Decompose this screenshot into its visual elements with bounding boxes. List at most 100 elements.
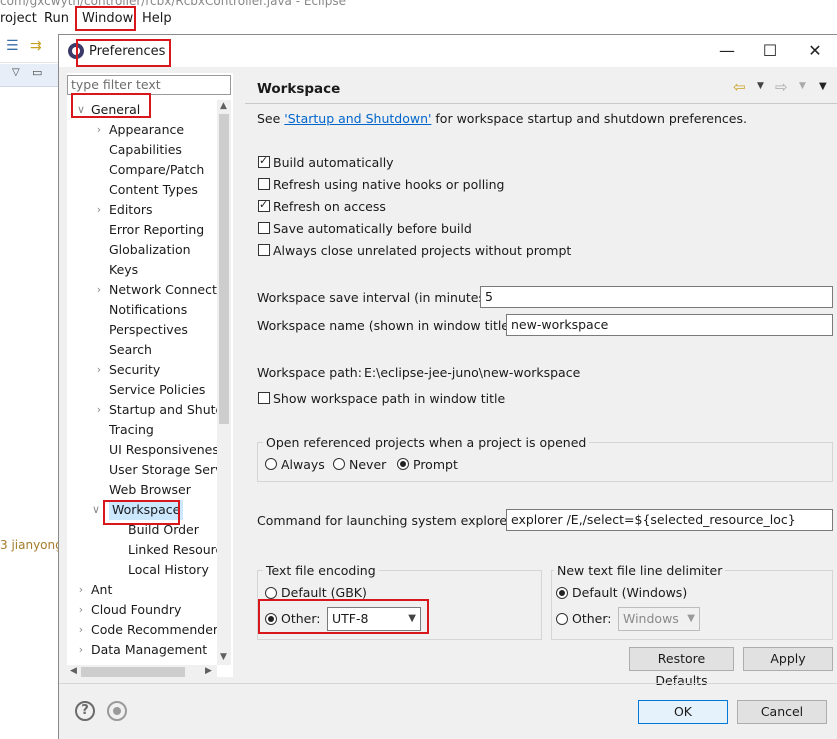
- tree-item[interactable]: › Ant: [79, 580, 113, 600]
- tree-item[interactable]: › Code Recommenders: [79, 620, 217, 640]
- tree-item[interactable]: UI Responsiveness: [109, 440, 217, 460]
- tree-item[interactable]: Keys: [109, 260, 138, 280]
- tree-item[interactable]: › Cloud Foundry: [79, 600, 182, 620]
- tree-item[interactable]: Web Browser: [109, 480, 191, 500]
- tree-item[interactable]: › Network Connecti: [97, 280, 217, 300]
- tree-item[interactable]: Search: [109, 340, 152, 360]
- chevron-right-icon[interactable]: ›: [75, 600, 87, 620]
- tree-item[interactable]: Content Types: [109, 180, 198, 200]
- chevron-right-icon[interactable]: ›: [93, 120, 105, 140]
- encoding-default-label: Default (GBK): [281, 585, 367, 600]
- chevron-down-icon[interactable]: ∨: [90, 500, 102, 520]
- menu-help[interactable]: Help: [142, 11, 172, 26]
- scroll-thumb[interactable]: [219, 114, 229, 424]
- toolbar-icon-2[interactable]: ⇉: [30, 38, 42, 54]
- tree-item[interactable]: ∨ Workspace: [92, 500, 184, 520]
- tree-item-label: Startup and Shutd: [109, 402, 217, 417]
- tree-vertical-scrollbar[interactable]: ▲ ▼: [217, 100, 231, 665]
- tree-item[interactable]: Globalization: [109, 240, 191, 260]
- checkbox[interactable]: [258, 198, 270, 212]
- chevron-right-icon[interactable]: ›: [93, 200, 105, 220]
- chevron-down-icon[interactable]: ∨: [75, 100, 87, 120]
- tree-item-label: Local History: [128, 562, 209, 577]
- tree-item[interactable]: › Startup and Shutd: [97, 400, 217, 420]
- radio-encoding-default[interactable]: [265, 587, 277, 599]
- tree-item[interactable]: Error Reporting: [109, 220, 204, 240]
- filter-input[interactable]: type filter text: [67, 75, 231, 95]
- checkbox-label: Refresh on access: [273, 199, 386, 214]
- close-window-icon[interactable]: ✕: [800, 39, 830, 63]
- tree-item[interactable]: Build Order: [128, 520, 199, 540]
- help-icon[interactable]: ?: [75, 701, 95, 721]
- tree-item[interactable]: User Storage Serv: [109, 460, 217, 480]
- eclipse-menubar: com/gxcwyth/controller/rcbx/RcbxControll…: [0, 0, 837, 34]
- window-path-text: com/gxcwyth/controller/rcbx/RcbxControll…: [0, 0, 346, 8]
- show-path-checkbox[interactable]: [258, 392, 270, 404]
- apply-button[interactable]: Apply: [743, 647, 833, 671]
- delimiter-select[interactable]: Windows ▼: [618, 607, 700, 631]
- hscroll-thumb[interactable]: [81, 667, 185, 677]
- startup-shutdown-link[interactable]: 'Startup and Shutdown': [284, 111, 431, 126]
- radio-always[interactable]: [265, 458, 277, 470]
- cancel-button[interactable]: Cancel: [737, 700, 827, 724]
- toolbar-icon[interactable]: ☰: [6, 38, 19, 54]
- eclipse-toolbar: ☰ ⇉: [0, 34, 60, 63]
- view-menu-icon[interactable]: ▽: [12, 67, 20, 78]
- menu-window[interactable]: Window: [82, 11, 133, 26]
- maximize-window-icon[interactable]: ☐: [755, 39, 785, 63]
- chevron-right-icon[interactable]: ›: [93, 360, 105, 380]
- tree-horizontal-scrollbar[interactable]: ◀ ▶: [67, 665, 217, 679]
- tree-item[interactable]: Capabilities: [109, 140, 182, 160]
- scroll-down-icon[interactable]: ▼: [220, 652, 227, 662]
- minimize-icon[interactable]: ▭: [32, 66, 42, 79]
- intro-suffix: for workspace startup and shutdown prefe…: [431, 111, 747, 126]
- chevron-right-icon[interactable]: ›: [93, 280, 105, 300]
- minimize-window-icon[interactable]: —: [712, 39, 742, 63]
- scroll-right-icon[interactable]: ▶: [205, 666, 212, 676]
- tree-item[interactable]: Local History: [128, 560, 209, 580]
- chevron-right-icon[interactable]: ›: [75, 580, 87, 600]
- radio-delimiter-default[interactable]: [556, 587, 568, 599]
- encoding-select[interactable]: UTF-8 ▼: [327, 607, 421, 631]
- ok-button[interactable]: OK: [638, 700, 728, 724]
- checkbox[interactable]: [258, 222, 270, 234]
- checkbox[interactable]: [258, 244, 270, 256]
- scroll-up-icon[interactable]: ▲: [220, 101, 227, 111]
- checkbox[interactable]: [258, 154, 270, 168]
- menu-run[interactable]: Run: [44, 11, 69, 26]
- radio-never[interactable]: [333, 458, 345, 470]
- tree-item[interactable]: Compare/Patch: [109, 160, 204, 180]
- menu-project[interactable]: roject: [0, 11, 37, 26]
- radio-prompt[interactable]: [397, 458, 409, 470]
- open-referenced-label: Open referenced projects when a project …: [263, 435, 590, 450]
- explorer-command-input[interactable]: explorer /E,/select=${selected_resource_…: [506, 509, 833, 531]
- back-icon[interactable]: ⇦: [733, 78, 746, 96]
- workspace-name-input[interactable]: new-workspace: [506, 314, 833, 336]
- tree-item[interactable]: › Appearance: [97, 120, 184, 140]
- tree-item-label: Perspectives: [109, 322, 188, 337]
- forward-dropdown-icon[interactable]: ▼: [799, 81, 806, 91]
- tree-item[interactable]: Perspectives: [109, 320, 188, 340]
- never-label: Never: [349, 457, 387, 472]
- view-menu-icon[interactable]: ▼: [819, 81, 827, 92]
- scroll-left-icon[interactable]: ◀: [70, 666, 77, 676]
- restore-defaults-button[interactable]: Restore Defaults: [629, 647, 734, 688]
- import-export-icon[interactable]: [107, 701, 127, 721]
- tree-item[interactable]: ∨ General: [77, 100, 140, 120]
- back-dropdown-icon[interactable]: ▼: [757, 81, 764, 91]
- radio-delimiter-other[interactable]: [556, 613, 568, 625]
- save-interval-input[interactable]: 5: [480, 286, 833, 308]
- chevron-right-icon[interactable]: ›: [75, 620, 87, 640]
- tree-item[interactable]: Linked Resourc: [128, 540, 217, 560]
- tree-item[interactable]: › Security: [97, 360, 161, 380]
- tree-item[interactable]: Tracing: [109, 420, 154, 440]
- chevron-right-icon[interactable]: ›: [75, 640, 87, 660]
- chevron-right-icon[interactable]: ›: [93, 400, 105, 420]
- tree-item[interactable]: Notifications: [109, 300, 187, 320]
- checkbox[interactable]: [258, 178, 270, 190]
- tree-item[interactable]: Service Policies: [109, 380, 205, 400]
- tree-item[interactable]: › Editors: [97, 200, 153, 220]
- forward-icon[interactable]: ⇨: [775, 78, 788, 96]
- radio-encoding-other[interactable]: [265, 613, 277, 625]
- tree-item[interactable]: › Data Management: [79, 640, 207, 660]
